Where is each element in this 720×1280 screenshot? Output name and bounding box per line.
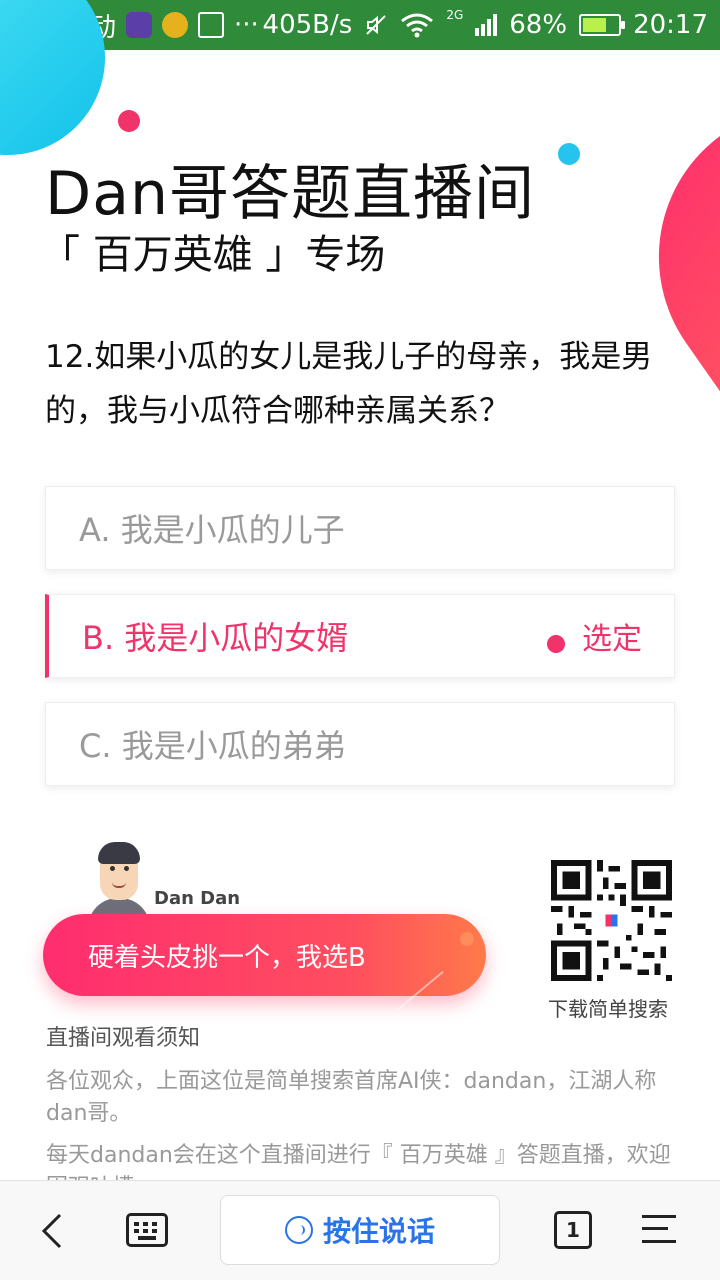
- notice-paragraph: 各位观众，上面这位是简单搜索首席AI侠：dandan，江湖人称dan哥。: [46, 1069, 657, 1126]
- page-title: Dan哥答题直播间: [45, 159, 535, 229]
- status-right: 405B/s 2G 68% 20:17: [262, 8, 708, 40]
- pink-dot-decoration: [118, 110, 140, 132]
- battery-percent: 68%: [509, 10, 568, 40]
- heart-decoration: [600, 47, 720, 515]
- blue-dot-decoration: [558, 143, 580, 165]
- signal-icon: [475, 14, 498, 36]
- battery-icon: [579, 14, 626, 36]
- voice-icon: [284, 1216, 313, 1244]
- status-bar: 中国移动 ··· 405B/s 2G 68% 20:1: [0, 0, 720, 50]
- qr-code: [551, 860, 672, 981]
- dot-decoration: [460, 932, 474, 946]
- option-label: B. 我是小瓜的女婿: [82, 619, 349, 657]
- hold-to-talk-label: 按住说话: [322, 1215, 435, 1248]
- page-subtitle: 「 百万英雄 」专场: [40, 232, 386, 278]
- option-c[interactable]: C. 我是小瓜的弟弟: [45, 702, 675, 786]
- option-a[interactable]: A. 我是小瓜的儿子: [45, 486, 675, 570]
- stroke-decoration: [396, 970, 444, 1012]
- hold-to-talk-button[interactable]: 按住说话: [220, 1195, 500, 1265]
- host-pick-label: 硬着头皮挑一个，我选B: [88, 942, 366, 973]
- host-name: Dan Dan: [154, 888, 241, 909]
- menu-icon[interactable]: [642, 1213, 676, 1245]
- host-pick-button[interactable]: 硬着头皮挑一个，我选B: [43, 914, 486, 1012]
- more-notifications-icon: ···: [234, 10, 259, 40]
- wifi-app-icon: [162, 12, 189, 38]
- option-b[interactable]: B. 我是小瓜的女婿 选定: [45, 594, 675, 678]
- app-notification-icon: [126, 12, 153, 38]
- wifi-icon: [401, 13, 434, 38]
- notice-title: 直播间观看须知: [46, 1026, 201, 1051]
- question-text: 12.如果小瓜的女儿是我儿子的母亲，我是男的，我与小瓜符合哪种亲属关系？: [45, 339, 653, 429]
- host-avatar: [88, 842, 150, 938]
- net-speed: 405B/s: [262, 10, 353, 40]
- option-label: A. 我是小瓜的儿子: [79, 511, 345, 549]
- selected-dot-icon: [547, 635, 565, 653]
- cyan-circle-decoration: [0, 0, 105, 155]
- network-type: 2G: [446, 8, 464, 22]
- back-arrow-icon[interactable]: [38, 1211, 68, 1251]
- keyboard-icon[interactable]: [126, 1213, 168, 1247]
- bottom-toolbar: 按住说话 1: [0, 1180, 720, 1280]
- selected-badge: 选定: [582, 622, 642, 657]
- option-label: C. 我是小瓜的弟弟: [79, 727, 346, 765]
- tabs-button[interactable]: 1: [554, 1211, 592, 1249]
- mute-icon: [366, 15, 387, 35]
- tabs-count: 1: [566, 1218, 580, 1242]
- screen: 中国移动 ··· 405B/s 2G 68% 20:1: [0, 0, 720, 1280]
- image-icon: [198, 12, 225, 38]
- clock: 20:17: [633, 10, 708, 40]
- qr-label: 下载简单搜索: [548, 997, 668, 1021]
